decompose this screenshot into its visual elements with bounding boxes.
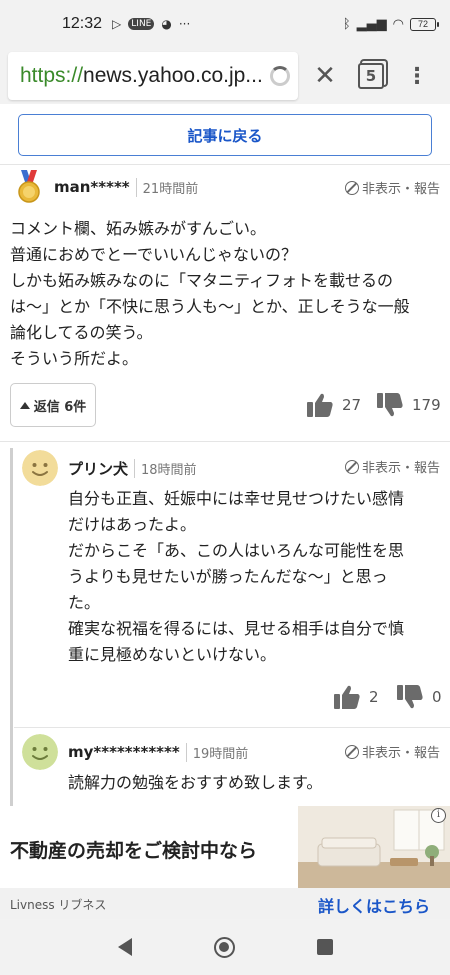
reply-thread-line (10, 448, 13, 806)
like-count: 2 (369, 688, 379, 706)
reply-username[interactable]: プリン犬 (68, 458, 128, 479)
thumbs-down-icon (397, 685, 423, 709)
status-time: 12:32 (62, 15, 103, 32)
reply-header: my*********** 19時間前 (22, 734, 248, 770)
tab-count: 5 (358, 63, 384, 89)
line-icon: LINE (128, 18, 155, 30)
reply-header: プリン犬 18時間前 (22, 450, 197, 486)
wifi-icon: ◠ (392, 16, 404, 32)
hide-report-link[interactable]: 非表示・報告 (344, 742, 440, 761)
dislike-count: 0 (432, 688, 442, 706)
divider (0, 441, 450, 442)
ban-icon (344, 459, 359, 474)
divider (0, 164, 450, 165)
ad-brand: Livness リブネス (10, 898, 107, 912)
living-room-image (298, 806, 450, 888)
reply-time: 19時間前 (185, 742, 248, 762)
comment-body: コメント欄、妬み嫉みがすんごい。 普通におめでとーでいいんじゃないの？ しかも妬… (10, 219, 410, 368)
loading-spinner-icon (270, 66, 290, 86)
thumbs-down-icon (377, 393, 403, 417)
browser-toolbar: https://news.yahoo.co.jp... ✕ 5 ⋮ (0, 48, 450, 104)
menu-button[interactable]: ⋮ (394, 52, 440, 100)
like-button[interactable]: 2 (333, 684, 379, 710)
tabs-button[interactable]: 5 (348, 52, 394, 100)
triangle-up-icon (19, 401, 30, 409)
back-to-article-button[interactable]: 記事に戻る (18, 114, 432, 156)
hide-report-label: 非表示・報告 (361, 182, 440, 197)
comment-time: 21時間前 (135, 177, 198, 197)
ad-title[interactable]: 不動産の売却をご検討中なら (10, 836, 257, 863)
kebab-menu-icon: ⋮ (406, 63, 428, 89)
like-button[interactable]: 27 (306, 392, 361, 418)
play-icon: ▷ (112, 17, 122, 31)
recent-apps-square-icon[interactable] (316, 939, 333, 955)
medal-icon (18, 170, 40, 203)
dislike-button[interactable]: 179 (376, 392, 441, 418)
reply-body: 読解力の勉強をおすすめ致します。 (68, 773, 323, 792)
url-scheme: https:// (20, 64, 84, 87)
system-navigation-bar (0, 919, 450, 975)
close-icon: ✕ (314, 61, 336, 91)
ad-info-icon[interactable]: i (431, 808, 446, 823)
ad-footer: Livness リブネス 詳しくはこちら (0, 888, 450, 921)
url-field[interactable]: https://news.yahoo.co.jp... (8, 52, 298, 100)
thumbs-up-icon (307, 393, 333, 417)
ban-icon (344, 744, 359, 759)
dislike-count: 179 (412, 396, 441, 414)
dislike-button[interactable]: 0 (396, 684, 442, 710)
ban-icon (344, 180, 359, 195)
hide-report-link[interactable]: 非表示・報告 (344, 457, 440, 476)
replies-label: 返信 6件 (33, 399, 87, 415)
ad-image[interactable]: i (298, 806, 450, 888)
like-count: 27 (342, 396, 362, 414)
hide-report-label: 非表示・報告 (361, 746, 440, 761)
comment-username[interactable]: man***** (54, 178, 130, 196)
home-circle-icon[interactable] (213, 936, 235, 958)
reply-time: 18時間前 (134, 458, 197, 478)
stop-loading-button[interactable]: ✕ (302, 52, 348, 100)
more-icon: ··· (178, 17, 191, 31)
hide-report-label: 非表示・報告 (361, 461, 440, 476)
signal-icon: ▂▄▆ (356, 16, 387, 32)
chat-icon: ◕ (161, 17, 172, 31)
smiley-avatar-icon (22, 450, 58, 486)
thumbs-up-icon (334, 685, 360, 709)
ad-cta-link[interactable]: 詳しくはこちら (318, 893, 430, 917)
system-icons: ᛒ ▂▄▆ ◠ 72 (342, 16, 439, 32)
reply-body: 自分も正直、妊娠中には幸せ見せつけたい感情 だけはあったよ。 だからこそ「あ、こ… (68, 489, 405, 664)
notification-icons: ▷ LINE ◕ ··· (112, 17, 190, 31)
url-host: news.yahoo.co.jp... (83, 64, 263, 87)
comment-header: man***** 21時間前 (16, 170, 198, 204)
bluetooth-icon: ᛒ (342, 16, 351, 32)
battery-icon: 72 (410, 17, 439, 31)
back-triangle-icon[interactable] (117, 938, 132, 956)
status-bar: 12:32 ▷ LINE ◕ ··· ᛒ ▂▄▆ ◠ 72 (0, 0, 450, 48)
divider (14, 727, 450, 728)
ad-banner[interactable]: 不動産の売却をご検討中なら i Livness リブネス 詳しくはこちら (0, 806, 450, 921)
toggle-replies-button[interactable]: 返信 6件 (10, 383, 96, 427)
hide-report-link[interactable]: 非表示・報告 (344, 178, 440, 197)
smiley-avatar-icon (22, 734, 58, 770)
reply-username[interactable]: my*********** (68, 743, 180, 761)
